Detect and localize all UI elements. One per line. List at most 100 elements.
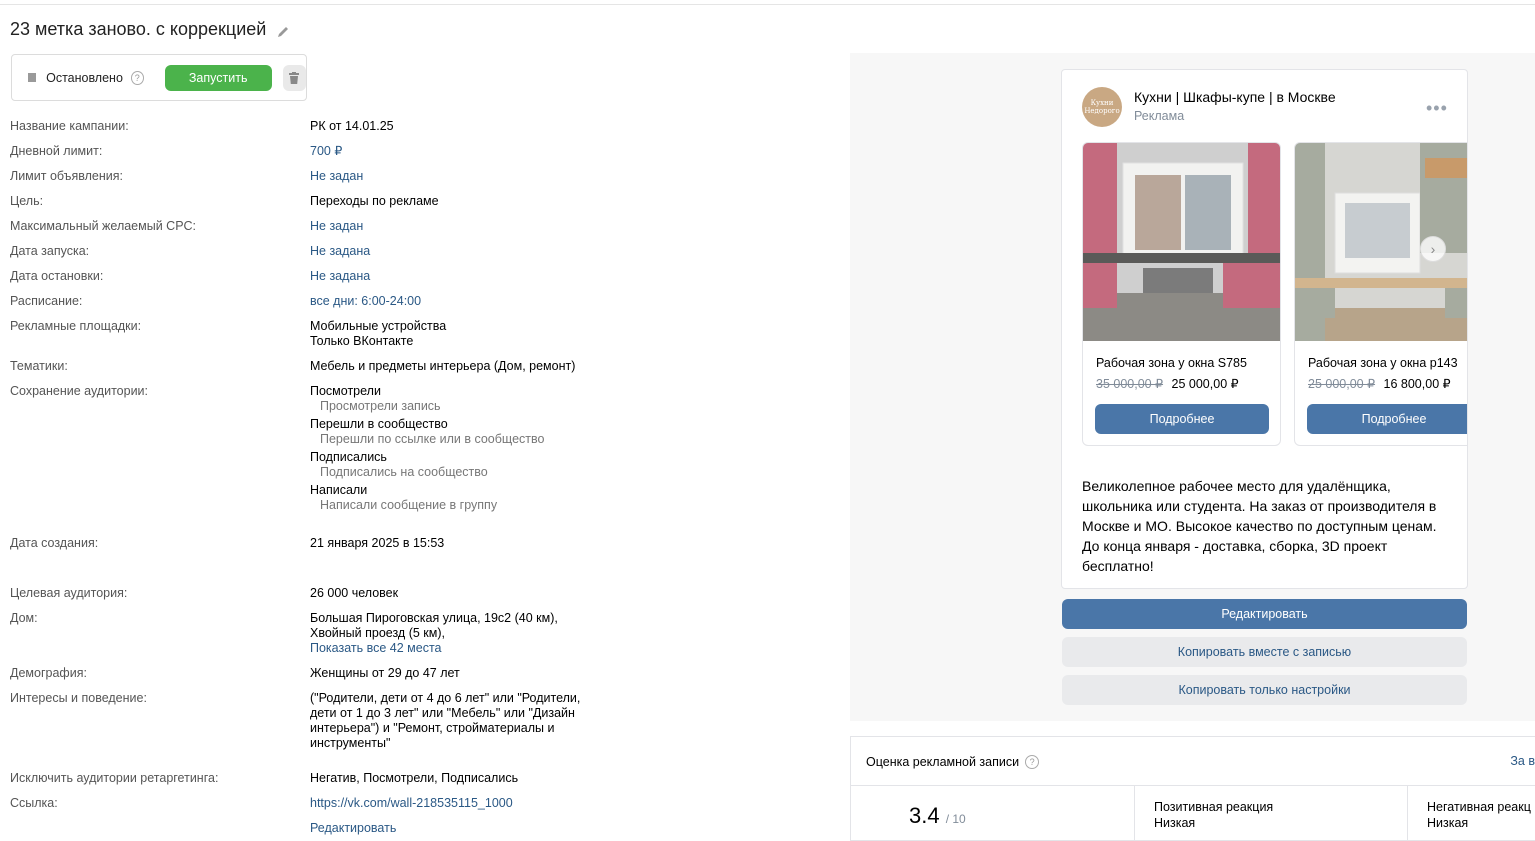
audience-group-desc: Перешли по ссылке или в сообщество: [320, 432, 545, 446]
row-label: Интересы и поведение:: [10, 691, 147, 705]
card-price: 25 000,00 ₽ 16 800,00 ₽: [1308, 376, 1451, 391]
card-title: Рабочая зона у окна p143: [1308, 356, 1458, 370]
topics-value: Мебель и предметы интерьера (Дом, ремонт…: [310, 359, 576, 373]
interests-line: интерьера") и "Ремонт, стройматериалы и: [310, 721, 555, 735]
more-details-button[interactable]: Подробнее: [1095, 404, 1269, 434]
show-all-places-link[interactable]: Показать все 42 места: [310, 641, 558, 656]
chevron-right-icon[interactable]: ›: [1420, 236, 1446, 262]
positive-value: Низкая: [1154, 816, 1196, 830]
stopped-icon: [28, 73, 37, 82]
product-image: [1083, 143, 1280, 341]
card-title: Рабочая зона у окна S785: [1096, 356, 1247, 370]
row-goal: Цель: Переходы по рекламе: [10, 194, 830, 209]
target-audience-value: 26 000 человек: [310, 586, 399, 600]
row-label: Сохранение аудитории:: [10, 384, 149, 398]
row-label: Дневной лимит:: [10, 144, 103, 158]
row-label: Максимальный желаемый CPC:: [10, 219, 197, 233]
copy-with-post-button[interactable]: Копировать вместе с записью: [1062, 637, 1467, 667]
row-label: Дата создания:: [10, 536, 99, 550]
row-platforms: Рекламные площадки: Мобильные устройства…: [10, 319, 830, 349]
row-home: Дом: Большая Пироговская улица, 19с2 (40…: [10, 611, 830, 656]
ad-post-preview: Кухни Недорого Кухни | Шкафы-купе | в Мо…: [1061, 69, 1468, 589]
schedule-link[interactable]: все дни: 6:00-24:00: [310, 294, 421, 309]
negative-value: Низкая: [1427, 816, 1469, 830]
help-icon[interactable]: ?: [1025, 755, 1040, 769]
positive-reaction: Позитивная реакция Низкая: [1134, 785, 1406, 841]
row-label: Ссылка:: [10, 796, 58, 810]
row-created: Дата создания: 21 января 2025 в 15:53: [10, 536, 830, 551]
rating-header: Оценка рекламной записи ?: [866, 755, 1040, 769]
carousel-card[interactable]: Рабочая зона у окна S785 35 000,00 ₽ 25 …: [1082, 142, 1281, 446]
new-price: 16 800,00 ₽: [1383, 377, 1451, 391]
audience-group-desc: Просмотрели запись: [320, 399, 441, 413]
more-icon[interactable]: •••: [1426, 98, 1448, 119]
row-target-audience: Целевая аудитория: 26 000 человек: [10, 586, 830, 601]
rating-score: 3.4 / 10: [909, 803, 966, 829]
card-price: 35 000,00 ₽ 25 000,00 ₽: [1096, 376, 1239, 391]
platform-line: Только ВКонтакте: [310, 334, 414, 348]
negative-label: Негативная реакц: [1427, 800, 1531, 814]
positive-label: Позитивная реакция: [1154, 800, 1274, 814]
daily-limit-link[interactable]: 700 ₽: [310, 144, 342, 159]
old-price: 35 000,00 ₽: [1096, 377, 1164, 391]
row-label: Лимит объявления:: [10, 169, 123, 183]
interests-line: дети от 1 до 3 лет" или "Мебель" или "Ди…: [310, 706, 575, 720]
created-value: 21 января 2025 в 15:53: [310, 536, 445, 550]
page-title: 23 метка заново. с коррекцией: [10, 19, 290, 40]
platform-line: Мобильные устройства: [310, 319, 447, 333]
group-avatar[interactable]: Кухни Недорого: [1082, 87, 1122, 127]
post-url-link[interactable]: https://vk.com/wall-218535115_1000: [310, 796, 513, 811]
max-cpc-link[interactable]: Не задан: [310, 219, 363, 234]
trash-icon: [289, 71, 300, 84]
row-audience-saving: Сохранение аудитории: Посмотрели Просмот…: [10, 384, 830, 513]
old-price: 25 000,00 ₽: [1308, 377, 1376, 391]
audience-saving-list: Посмотрели Просмотрели запись Перешли в …: [310, 384, 544, 513]
edit-link[interactable]: Редактировать: [310, 821, 513, 836]
home-line: Большая Пироговская улица, 19с2 (40 км),: [310, 611, 558, 625]
ad-label: Реклама: [1134, 109, 1185, 123]
link-value: https://vk.com/wall-218535115_1000 Редак…: [310, 796, 513, 836]
row-exclude: Исключить аудитории ретаргетинга: Негати…: [10, 771, 830, 786]
audience-group-title: Написали: [310, 483, 368, 497]
row-link: Ссылка: https://vk.com/wall-218535115_10…: [10, 796, 830, 836]
interests-line: инструменты": [310, 736, 391, 750]
row-label: Целевая аудитория:: [10, 586, 128, 600]
rating-title: Оценка рекламной записи: [866, 755, 1020, 769]
run-button[interactable]: Запустить: [164, 64, 272, 91]
edit-post-button[interactable]: Редактировать: [1062, 599, 1467, 629]
score-value: 3.4: [909, 803, 940, 828]
audience-group-desc: Подписались на сообщество: [320, 465, 488, 479]
platforms-value: Мобильные устройства Только ВКонтакте: [310, 319, 446, 349]
row-label: Дата остановки:: [10, 269, 104, 283]
rating-period-link[interactable]: За в: [1510, 754, 1535, 768]
status-label: Остановлено: [46, 70, 123, 85]
exclude-value: Негатив, Посмотрели, Подписались: [310, 771, 519, 785]
start-date-link[interactable]: Не задана: [310, 244, 370, 259]
top-divider: [0, 4, 1535, 5]
row-label: Цель:: [10, 194, 44, 208]
more-details-button[interactable]: Подробнее: [1307, 404, 1467, 434]
audience-group-desc: Написали сообщение в группу: [320, 498, 498, 512]
stop-date-link[interactable]: Не задана: [310, 269, 370, 284]
campaign-name-value: РК от 14.01.25: [310, 119, 394, 133]
negative-reaction: Негативная реакц Низкая: [1407, 785, 1535, 841]
help-icon[interactable]: ?: [130, 70, 144, 85]
new-price: 25 000,00 ₽: [1171, 377, 1239, 391]
group-name[interactable]: Кухни | Шкафы-купе | в Москве: [1134, 89, 1336, 105]
pencil-icon[interactable]: [276, 23, 290, 37]
page-title-text: 23 метка заново. с коррекцией: [10, 19, 267, 39]
score-max: / 10: [945, 812, 966, 826]
ad-limit-link[interactable]: Не задан: [310, 169, 363, 184]
interests-value: ("Родители, дети от 4 до 6 лет" или "Род…: [310, 691, 580, 751]
row-max-cpc: Максимальный желаемый CPC: Не задан: [10, 219, 830, 234]
status-panel: Остановлено ? Запустить: [11, 54, 307, 101]
row-label: Дата запуска:: [10, 244, 90, 258]
row-label: Тематики:: [10, 359, 68, 373]
demography-value: Женщины от 29 до 47 лет: [310, 666, 460, 680]
row-label: Демография:: [10, 666, 87, 680]
carousel-card[interactable]: Рабочая зона у окна p143 25 000,00 ₽ 16 …: [1294, 142, 1467, 446]
delete-button[interactable]: [282, 64, 306, 91]
copy-settings-button[interactable]: Копировать только настройки: [1062, 675, 1467, 705]
row-ad-limit: Лимит объявления: Не задан: [10, 169, 830, 184]
row-label: Название кампании:: [10, 119, 129, 133]
